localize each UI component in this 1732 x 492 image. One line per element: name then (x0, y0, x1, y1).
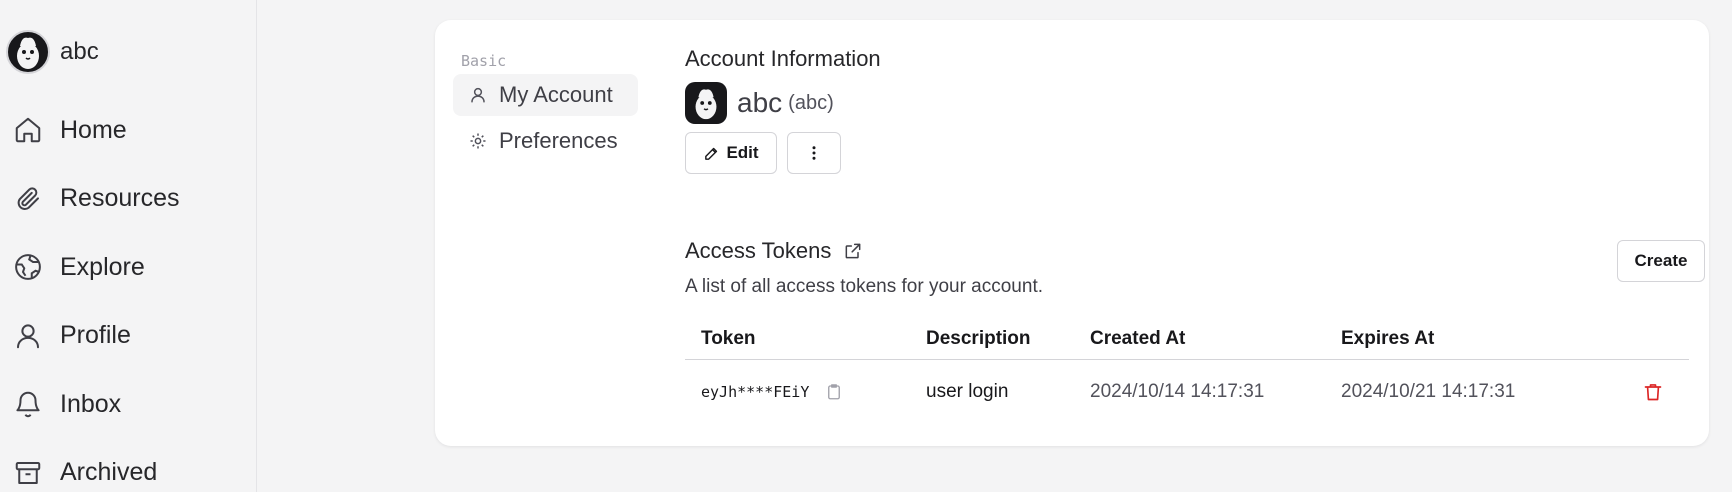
access-tokens-title-row: Access Tokens (685, 238, 1689, 264)
sidebar-item-archived[interactable]: Archived (12, 445, 242, 492)
token-created-at: 2024/10/14 14:17:31 (1090, 381, 1265, 402)
sidebar-item-inbox[interactable]: Inbox (12, 376, 242, 432)
account-content: Account Information abc (abc) Edit Acces… (685, 46, 1705, 402)
access-tokens-header: Access Tokens A list of all access token… (685, 238, 1705, 298)
edit-button[interactable]: Edit (685, 132, 777, 174)
create-token-button[interactable]: Create (1617, 240, 1705, 282)
home-icon (12, 114, 44, 146)
account-actions: Edit (685, 132, 1689, 174)
sidebar-item-profile[interactable]: Profile (12, 308, 242, 364)
sidebar-item-explore[interactable]: Explore (12, 239, 242, 295)
menu-group-label: Basic (461, 52, 507, 70)
avatar (6, 30, 50, 74)
sidebar-user[interactable]: abc (6, 30, 99, 74)
settings-menu: Basic My Account Preferences (453, 52, 638, 162)
user-name: abc (60, 38, 99, 65)
user-icon (12, 320, 44, 352)
account-username: (abc) (788, 91, 834, 114)
menu-item-label: Preferences (499, 128, 618, 153)
trash-icon[interactable] (1643, 381, 1663, 403)
sidebar-nav: Home Resources Explore Profile Inbox Arc… (12, 102, 242, 492)
external-link-icon[interactable] (843, 241, 863, 261)
access-tokens-table: Token Description Created At Expires At … (685, 318, 1689, 424)
table-header: Token Description Created At Expires At (685, 318, 1689, 360)
avatar (685, 82, 727, 124)
column-header-token: Token (701, 327, 756, 349)
sidebar: abc Home Resources Explore Profile Inbox… (0, 0, 257, 492)
menu-item-my-account[interactable]: My Account (453, 74, 638, 116)
token-actions (1616, 381, 1689, 403)
token-expires-at: 2024/10/21 14:17:31 (1341, 381, 1516, 402)
bell-icon (12, 388, 44, 420)
gear-icon (469, 132, 487, 150)
sidebar-item-label: Archived (60, 458, 158, 487)
sidebar-item-label: Explore (60, 252, 145, 281)
menu-item-label: My Account (499, 82, 613, 107)
column-header-description: Description (926, 327, 1031, 349)
account-section-title: Account Information (685, 46, 881, 71)
more-vertical-icon (805, 144, 823, 162)
menu-item-preferences[interactable]: Preferences (453, 120, 638, 162)
access-tokens-description: A list of all access tokens for your acc… (685, 276, 1044, 297)
sidebar-item-home[interactable]: Home (12, 102, 242, 158)
sidebar-item-label: Profile (60, 321, 131, 350)
sidebar-item-label: Home (60, 115, 127, 144)
column-header-expires-at: Expires At (1341, 327, 1435, 349)
archive-icon (12, 457, 44, 489)
account-display-name: abc (737, 87, 783, 118)
access-tokens-title: Access Tokens (685, 238, 832, 263)
sidebar-item-label: Inbox (60, 389, 122, 418)
copy-icon[interactable] (825, 382, 843, 402)
user-icon (469, 86, 487, 104)
sidebar-item-resources[interactable]: Resources (12, 171, 242, 227)
globe-icon (12, 251, 44, 283)
table-row: eyJh****FEiY user login 2024/10/14 14:17… (685, 360, 1689, 424)
sidebar-item-label: Resources (60, 184, 180, 213)
token-description: user login (926, 381, 1009, 402)
edit-button-label: Edit (726, 143, 759, 162)
token-value: eyJh****FEiY (701, 383, 810, 401)
pencil-icon (703, 145, 720, 162)
column-header-created-at: Created At (1090, 327, 1186, 349)
account-identity: abc (abc) (685, 82, 1689, 124)
paperclip-icon (12, 183, 44, 215)
settings-card: Basic My Account Preferences Account Inf… (435, 20, 1709, 446)
token-cell: eyJh****FEiY (685, 382, 926, 402)
more-options-button[interactable] (787, 132, 841, 174)
